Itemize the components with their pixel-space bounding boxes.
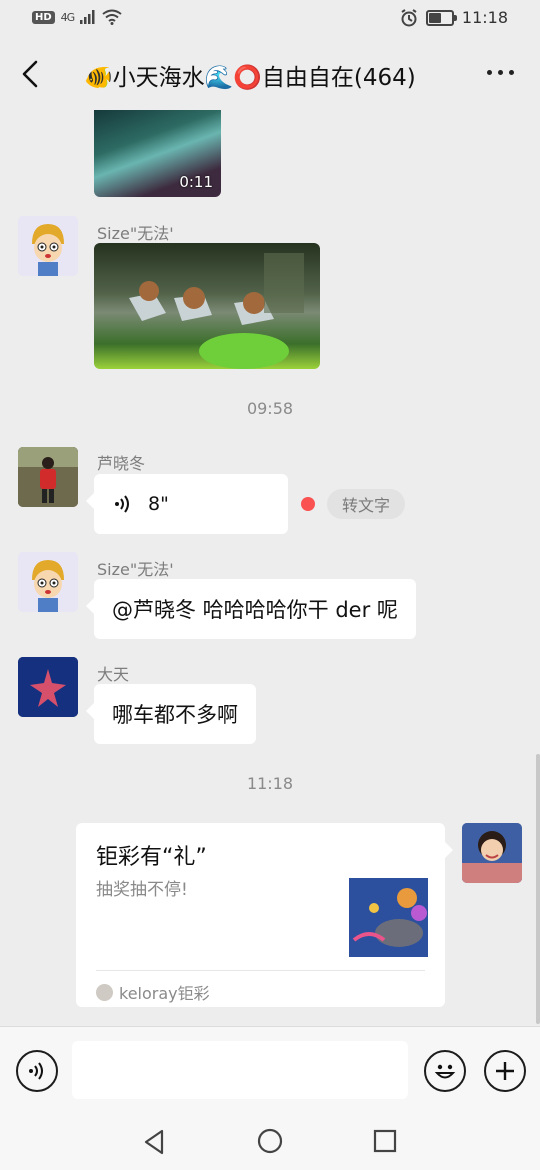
unread-dot bbox=[301, 497, 315, 511]
sender-name: Size"无法' bbox=[97, 560, 174, 579]
avatar[interactable] bbox=[18, 657, 78, 717]
text-message[interactable]: 哪车都不多啊 bbox=[86, 684, 256, 744]
avatar[interactable] bbox=[18, 216, 78, 276]
voice-icon[interactable] bbox=[16, 1050, 58, 1092]
signal-icon bbox=[80, 10, 95, 24]
transcribe-button[interactable]: 转文字 bbox=[327, 489, 405, 519]
sender-name: 芦晓冬 bbox=[97, 454, 146, 473]
status-bar: HD 4G 11:18 bbox=[0, 0, 540, 38]
wifi-icon bbox=[102, 9, 122, 25]
my-avatar[interactable] bbox=[462, 823, 522, 883]
card-title: 钜彩有“礼” bbox=[96, 845, 207, 870]
message-input[interactable] bbox=[72, 1041, 408, 1099]
sender-name: Size"无法' bbox=[97, 224, 174, 243]
voice-message[interactable]: 8" bbox=[86, 474, 288, 534]
voice-length: 8" bbox=[148, 493, 169, 515]
nav-home-icon[interactable] bbox=[257, 1128, 283, 1154]
video-message[interactable]: 0:11 bbox=[94, 110, 221, 197]
plus-icon[interactable] bbox=[484, 1050, 526, 1092]
video-duration: 0:11 bbox=[179, 173, 213, 191]
hd-badge: HD bbox=[32, 10, 55, 24]
avatar[interactable] bbox=[18, 447, 78, 507]
battery-icon bbox=[425, 9, 457, 26]
voice-wave-icon bbox=[115, 495, 129, 513]
chat-header: 🐠小天海水🌊⭕自由自在(464) bbox=[0, 38, 540, 110]
timestamp: 09:58 bbox=[246, 399, 294, 418]
card-description: 抽奖抽不停! bbox=[96, 880, 188, 900]
source-logo-icon bbox=[96, 983, 113, 1001]
nav-back-icon[interactable] bbox=[142, 1128, 168, 1156]
link-card-message[interactable]: 钜彩有“礼” 抽奖抽不停! keloray钜彩 bbox=[76, 823, 453, 1007]
text-message[interactable]: @芦晓冬 哈哈哈哈你干 der 呢 bbox=[86, 579, 416, 639]
nav-recents-icon[interactable] bbox=[373, 1129, 397, 1153]
timestamp: 11:18 bbox=[246, 774, 294, 793]
divider bbox=[96, 970, 425, 971]
photo-message[interactable] bbox=[94, 243, 320, 369]
input-bar bbox=[0, 1026, 540, 1115]
network-label: 4G bbox=[60, 10, 75, 24]
page-title: 🐠小天海水🌊⭕自由自在(464) bbox=[84, 65, 416, 91]
alarm-icon bbox=[401, 8, 417, 26]
more-dots-icon[interactable] bbox=[487, 70, 514, 75]
avatar[interactable] bbox=[18, 552, 78, 612]
card-source: keloray钜彩 bbox=[96, 980, 210, 1004]
system-nav-bar bbox=[0, 1114, 540, 1170]
sender-name: 大天 bbox=[97, 665, 130, 684]
emoji-icon[interactable] bbox=[424, 1050, 466, 1092]
scrollbar[interactable] bbox=[536, 754, 540, 1024]
card-thumbnail bbox=[349, 878, 428, 957]
clock: 11:18 bbox=[461, 8, 508, 27]
chat-area[interactable]: 0:11 Size"无法' 09:58 芦晓冬 8" 转文字 Size"无法' … bbox=[0, 110, 540, 1026]
chevron-left-icon[interactable] bbox=[18, 56, 48, 92]
card-source-label: keloray钜彩 bbox=[119, 984, 210, 1003]
